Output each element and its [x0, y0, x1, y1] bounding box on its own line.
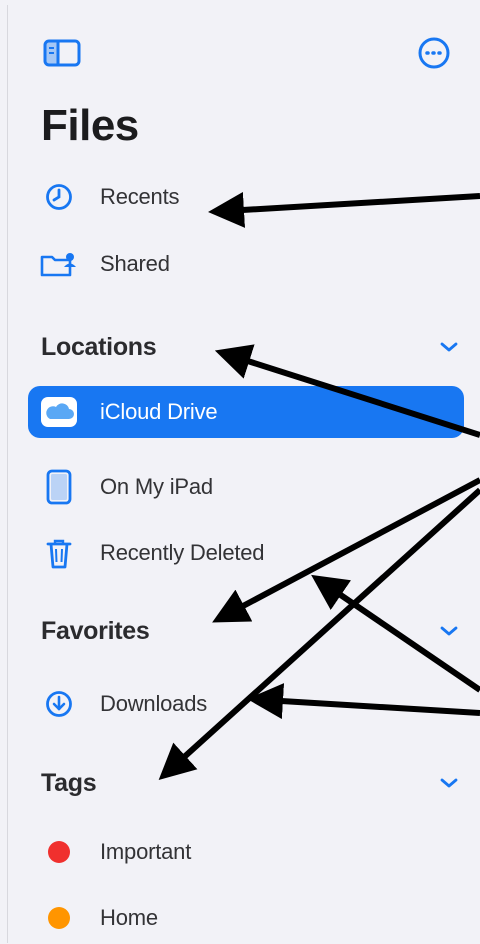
chevron-down-icon[interactable] [437, 771, 461, 795]
sidebar-item-tag-home[interactable]: Home [28, 892, 464, 944]
sidebar-item-label: Recents [100, 184, 180, 209]
more-button[interactable] [414, 33, 454, 73]
sidebar-item-label: Downloads [100, 691, 208, 716]
sidebar-item-shared[interactable]: Shared [28, 238, 464, 290]
section-header-tags[interactable]: Tags [41, 761, 461, 805]
sidebar-item-on-my-ipad[interactable]: On My iPad [28, 461, 464, 513]
sidebar-item-recently-deleted[interactable]: Recently Deleted [28, 527, 464, 579]
trash-icon [36, 536, 82, 570]
sidebar-item-label: Shared [100, 251, 170, 276]
shared-folder-icon [36, 249, 82, 279]
sidebar-item-label: iCloud Drive [100, 399, 218, 424]
chevron-down-icon[interactable] [437, 335, 461, 359]
section-header-favorites[interactable]: Favorites [41, 609, 461, 653]
download-circle-icon [36, 689, 82, 719]
sidebar-toggle-icon [43, 39, 81, 67]
sidebar-item-label: Recently Deleted [100, 540, 265, 565]
page-title: Files [41, 101, 139, 150]
ellipsis-circle-icon [418, 37, 450, 69]
files-sidebar: Files Recents Shared Locations iCloud Dr… [7, 5, 480, 943]
sidebar-item-label: Home [100, 905, 158, 930]
sidebar-item-recents[interactable]: Recents [28, 171, 464, 223]
tag-dot-icon [36, 841, 82, 863]
section-header-locations[interactable]: Locations [41, 325, 461, 369]
clock-icon [36, 182, 82, 212]
sidebar-item-downloads[interactable]: Downloads [28, 678, 464, 730]
ipad-icon [36, 469, 82, 505]
section-title: Favorites [41, 616, 150, 645]
section-title: Locations [41, 332, 157, 361]
chevron-down-icon[interactable] [437, 619, 461, 643]
sidebar-item-tag-important[interactable]: Important [28, 826, 464, 878]
sidebar-item-label: On My iPad [100, 474, 213, 499]
section-title: Tags [41, 768, 97, 797]
sidebar-toggle-button[interactable] [41, 36, 83, 70]
sidebar-item-icloud-drive[interactable]: iCloud Drive [28, 386, 464, 438]
tag-dot-icon [36, 907, 82, 929]
cloud-icon [36, 395, 82, 429]
sidebar-toolbar [8, 5, 480, 95]
sidebar-item-label: Important [100, 839, 192, 864]
